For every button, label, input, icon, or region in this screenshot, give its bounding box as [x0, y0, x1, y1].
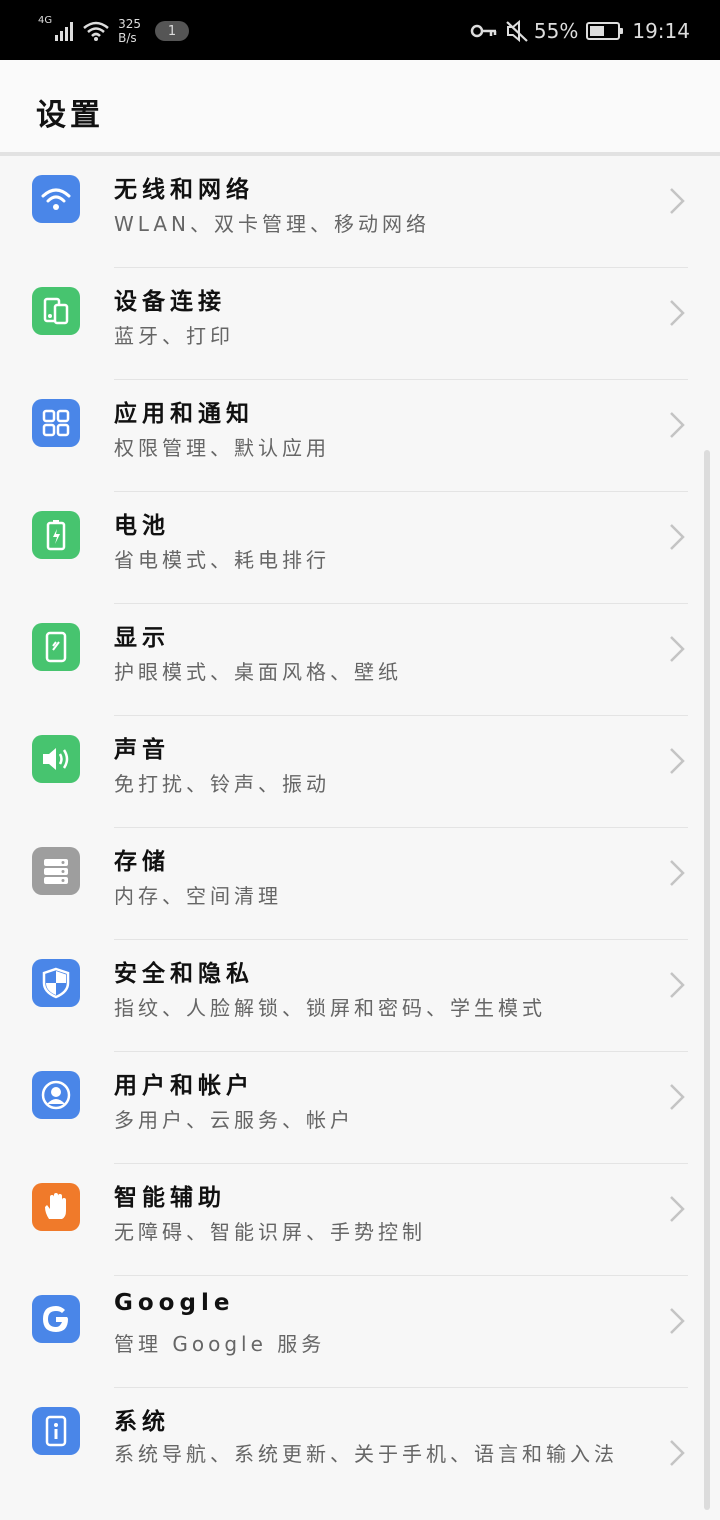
settings-item-title: 安全和隐私	[114, 961, 254, 987]
speed-value: 325	[118, 17, 142, 31]
chevron-right-icon	[668, 858, 686, 892]
settings-item-subtitle: 系统导航、系统更新、关于手机、语言和输入法	[114, 1442, 618, 1466]
settings-item[interactable]: 电池省电模式、耗电排行	[0, 492, 720, 604]
signal-icon	[55, 22, 74, 41]
settings-item[interactable]: 用户和帐户多用户、云服务、帐户	[0, 1052, 720, 1164]
chevron-right-icon	[668, 1438, 686, 1472]
sound-icon	[32, 735, 80, 783]
mute-icon	[506, 19, 528, 43]
chevron-right-icon	[668, 410, 686, 444]
page-title: 设置	[36, 98, 104, 133]
status-bar: 4G 325 B/s 1 55% 19:14	[0, 0, 720, 60]
scrollbar[interactable]	[704, 450, 710, 1510]
settings-item-subtitle: 省电模式、耗电排行	[114, 548, 330, 572]
chevron-right-icon	[668, 634, 686, 668]
settings-item[interactable]: 安全和隐私指纹、人脸解锁、锁屏和密码、学生模式	[0, 940, 720, 1052]
notification-badge: 1	[155, 21, 190, 41]
key-icon	[470, 24, 497, 38]
storage-icon	[32, 847, 80, 895]
chevron-right-icon	[668, 522, 686, 556]
settings-item-title: 存储	[114, 849, 170, 875]
system-info-icon	[32, 1407, 80, 1455]
chevron-right-icon	[668, 746, 686, 780]
settings-item[interactable]: 显示护眼模式、桌面风格、壁纸	[0, 604, 720, 716]
display-icon	[32, 623, 80, 671]
settings-list: 无线和网络 WLAN、双卡管理、移动网络 设备连接蓝牙、打印应用和通知权限管理、默认…	[0, 156, 720, 1518]
settings-item-title: 智能辅助	[114, 1185, 226, 1211]
shield-icon	[32, 959, 80, 1007]
settings-item-title: 设备连接	[114, 289, 226, 315]
settings-item[interactable]: 设备连接 蓝牙、打印	[0, 268, 720, 380]
chevron-right-icon	[668, 1194, 686, 1228]
chevron-right-icon	[668, 1082, 686, 1116]
chevron-right-icon	[668, 1306, 686, 1340]
settings-item-title: 应用和通知	[114, 401, 254, 427]
battery-status-icon	[586, 22, 624, 40]
battery-icon	[32, 511, 80, 559]
speed-unit: B/s	[118, 31, 137, 45]
settings-item-subtitle: WLAN、双卡管理、移动网络	[114, 212, 431, 236]
settings-item-subtitle: 管理 Google 服务	[114, 1332, 326, 1356]
settings-item-title: 无线和网络	[114, 177, 254, 203]
chevron-right-icon	[668, 970, 686, 1004]
battery-percent: 55%	[533, 19, 579, 43]
settings-item-title: 显示	[114, 625, 170, 651]
settings-item[interactable]: 智能辅助无障碍、智能识屏、手势控制	[0, 1164, 720, 1276]
settings-item-subtitle: 权限管理、默认应用	[114, 436, 330, 460]
apps-icon	[32, 399, 80, 447]
network-speed: 325 B/s	[118, 17, 141, 45]
settings-item-subtitle: 免打扰、铃声、振动	[114, 772, 330, 796]
chevron-right-icon	[668, 186, 686, 220]
settings-item[interactable]: 应用和通知权限管理、默认应用	[0, 380, 720, 492]
google-icon	[32, 1295, 80, 1343]
settings-item-subtitle: 蓝牙、打印	[114, 324, 234, 348]
settings-item-subtitle: 护眼模式、桌面风格、壁纸	[114, 660, 402, 684]
wifi-icon	[32, 175, 80, 223]
hand-icon	[32, 1183, 80, 1231]
user-icon	[32, 1071, 80, 1119]
settings-item-title: 声音	[114, 737, 170, 763]
settings-item-subtitle: 无障碍、智能识屏、手势控制	[114, 1220, 426, 1244]
settings-item-subtitle: 指纹、人脸解锁、锁屏和密码、学生模式	[114, 996, 546, 1020]
chevron-right-icon	[668, 298, 686, 332]
settings-item[interactable]: 无线和网络 WLAN、双卡管理、移动网络	[0, 156, 720, 268]
settings-item-subtitle: 内存、空间清理	[114, 884, 282, 908]
settings-item-title: Google	[114, 1290, 235, 1316]
settings-item-title: 系统	[114, 1409, 170, 1435]
settings-item[interactable]: 存储 内存、空间清理	[0, 828, 720, 940]
settings-item-title: 用户和帐户	[114, 1073, 254, 1099]
wifi-status-icon	[83, 21, 109, 41]
settings-item[interactable]: Google 管理 Google 服务	[0, 1276, 720, 1388]
settings-item[interactable]: 声音免打扰、铃声、振动	[0, 716, 720, 828]
clock: 19:14	[632, 19, 690, 43]
settings-item-subtitle: 多用户、云服务、帐户	[114, 1108, 354, 1132]
settings-item[interactable]: 系统系统导航、系统更新、关于手机、语言和输入法	[0, 1388, 720, 1518]
device-connect-icon	[32, 287, 80, 335]
settings-item-title: 电池	[114, 513, 170, 539]
app-bar: 设置	[0, 60, 720, 152]
network-type: 4G	[38, 15, 53, 26]
